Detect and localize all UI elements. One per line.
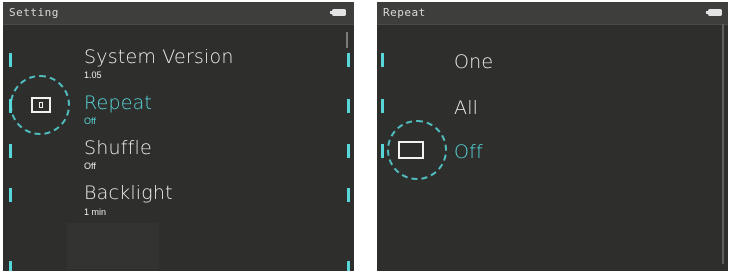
scroll-tick <box>347 53 350 67</box>
settings-title: Setting <box>9 6 59 19</box>
menu-value-repeat: Off <box>84 116 96 126</box>
scroll-tick <box>347 144 350 158</box>
settings-titlebar: Setting <box>3 2 354 25</box>
scroll-tick <box>9 144 12 158</box>
battery-icon <box>706 9 722 16</box>
menu-value-shuffle: Off <box>84 161 96 171</box>
scroll-tick <box>381 99 384 113</box>
scroll-tick <box>347 261 350 271</box>
scrollbar-thumb[interactable] <box>346 32 348 48</box>
scroll-tick <box>347 188 350 202</box>
repeat-screen: Repeat One All Off <box>377 2 728 271</box>
repeat-option-off[interactable]: Off <box>454 142 483 162</box>
repeat-off-icon <box>398 141 424 159</box>
scroll-tick <box>9 188 12 202</box>
repeat-icon <box>31 97 51 113</box>
settings-screen: Setting System Version 1.05 Repeat Off S… <box>3 2 354 271</box>
battery-icon <box>330 9 346 16</box>
faded-region <box>67 223 159 269</box>
repeat-title: Repeat <box>383 6 426 19</box>
menu-item-backlight[interactable]: Backlight <box>84 183 173 203</box>
menu-value-backlight: 1 min <box>84 207 107 217</box>
menu-value-system-version: 1.05 <box>84 70 102 80</box>
scrollbar-track[interactable] <box>722 24 724 264</box>
repeat-option-all[interactable]: All <box>454 98 478 118</box>
repeat-option-one[interactable]: One <box>454 52 493 72</box>
scroll-tick <box>381 53 384 67</box>
scroll-tick <box>9 53 12 67</box>
scroll-tick <box>381 144 384 158</box>
menu-item-shuffle[interactable]: Shuffle <box>84 138 152 158</box>
scroll-tick <box>9 261 12 271</box>
scroll-tick <box>347 99 350 113</box>
menu-item-repeat[interactable]: Repeat <box>84 93 152 113</box>
menu-item-system-version[interactable]: System Version <box>84 47 234 67</box>
repeat-titlebar: Repeat <box>377 2 728 25</box>
